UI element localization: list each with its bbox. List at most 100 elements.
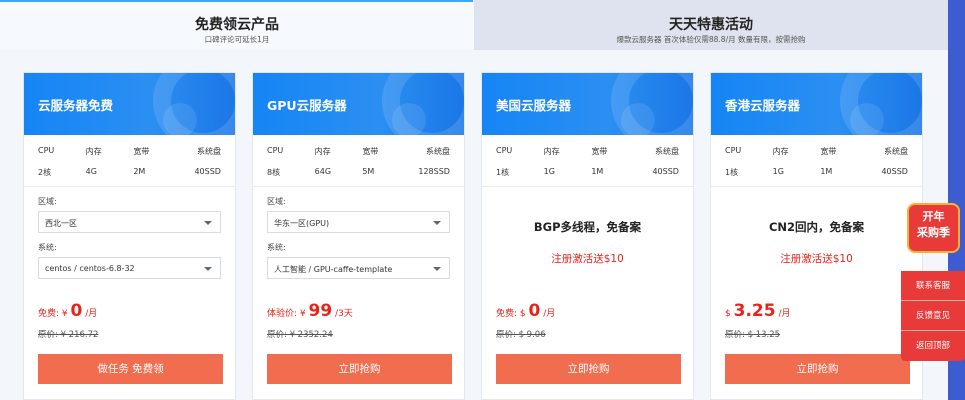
spring-sale-badge[interactable]: 开年 采购季 [907,203,960,253]
system-label: 系统: [267,243,286,252]
spec-header-disk: 系统盘 [196,147,221,156]
card-header: 美国云服务器 [482,73,693,135]
price-unit: /月 [543,309,556,319]
card-title: 云服务器免费 [38,98,114,113]
spec-cpu: 1核 [496,168,510,177]
price-prefix: 免费: ¥ [38,309,68,319]
spec-header-bandwidth: 宽带 [362,147,379,156]
price: 免费: $ 0 /月 [496,301,555,321]
system-select-value: 人工智能 / GPU-caffe-template [274,265,393,274]
spec-header-bandwidth: 宽带 [820,147,837,156]
price-prefix: $ [725,309,731,319]
contact-support-link[interactable]: 联系客服 [901,271,965,301]
card-header: 云服务器免费 [24,73,235,135]
tab-bar: 免费领云产品 口碑评论可延长1月 天天特惠活动 爆款云服务器 首次体验仅需88.… [0,0,948,50]
back-to-top-link[interactable]: 返回顶部 [901,331,965,361]
price-prefix: 体验价: ¥ [267,309,306,319]
original-price: 原价: ¥ 216.72 [38,330,99,340]
price-unit: /月 [85,309,98,319]
badge-line-2: 采购季 [917,226,950,239]
spec-bandwidth: 1M [591,167,604,176]
price-amount: 3.25 [733,301,776,321]
tab-title: 免费领云产品 [195,17,279,33]
price-amount: 0 [528,301,541,321]
spec-header-disk: 系统盘 [425,147,450,156]
spec-headers: CPU 内存 宽带 系统盘 [24,146,235,157]
spec-memory: 4G [85,167,97,176]
page: 免费领云产品 口碑评论可延长1月 天天特惠活动 爆款云服务器 首次体验仅需88.… [0,0,965,400]
region-label: 区域: [267,197,286,206]
chevron-down-icon [433,221,441,225]
spec-disk: 40SSD [881,167,908,176]
spec-cpu: 2核 [38,168,52,177]
product-card-free-cloud-server: 云服务器免费 CPU 内存 宽带 系统盘 2核 4G 2M 40SSD 区域: … [23,72,236,400]
tab-title: 天天特惠活动 [669,17,753,33]
chevron-down-icon [204,221,212,225]
spec-memory: 1G [543,167,555,176]
divider [253,186,464,187]
spec-bandwidth: 5M [362,167,375,176]
price-amount: 0 [70,301,83,321]
promo-text: 注册激活送$10 [780,253,853,265]
buy-now-button[interactable]: 立即抢购 [725,354,910,384]
spec-memory: 1G [772,167,784,176]
feedback-link[interactable]: 反馈意见 [901,301,965,331]
spec-headers: CPU 内存 宽带 系统盘 [253,146,464,157]
product-card-us-server: 美国云服务器 CPU 内存 宽带 系统盘 1核 1G 1M 40SSD BGP多… [481,72,694,400]
region-select[interactable]: 华东一区(GPU) [267,211,450,233]
tab-daily-deals[interactable]: 天天特惠活动 爆款云服务器 首次体验仅需88.8/月 数量有限，按需抢购 [474,0,948,50]
spec-header-memory: 内存 [85,147,102,156]
card-header: GPU云服务器 [253,73,464,135]
buy-now-button[interactable]: 立即抢购 [496,354,681,384]
system-select[interactable]: 人工智能 / GPU-caffe-template [267,257,450,279]
promo-text: 注册激活送$10 [551,253,624,265]
card-header: 香港云服务器 [711,73,922,135]
system-select-value: centos / centos-6.8-32 [45,264,135,273]
price-unit: /月 [778,309,791,319]
spec-bandwidth: 2M [133,167,146,176]
spec-header-memory: 内存 [543,147,560,156]
spec-disk: 40SSD [194,167,221,176]
region-select[interactable]: 西北一区 [38,211,221,233]
feature-text: CN2回内，免备案 [768,220,865,234]
price-prefix: 免费: $ [496,309,526,319]
header-decoration [621,103,655,135]
buy-now-button[interactable]: 立即抢购 [267,354,452,384]
spec-header-cpu: CPU [496,146,513,155]
product-card-hk-server: 香港云服务器 CPU 内存 宽带 系统盘 1核 1G 1M 40SSD CN2回… [710,72,923,400]
spec-header-bandwidth: 宽带 [133,147,150,156]
floating-side-panel: 开年 采购季 联系客服 反馈意见 返回顶部 [901,203,965,361]
feature-text: BGP多线程，免备案 [533,220,642,234]
active-tab-indicator [0,0,473,2]
region-select-value: 西北一区 [45,219,77,228]
spec-header-cpu: CPU [725,146,742,155]
spec-header-cpu: CPU [38,146,55,155]
spec-disk: 40SSD [652,167,679,176]
spec-header-cpu: CPU [267,146,284,155]
tab-free-products[interactable]: 免费领云产品 口碑评论可延长1月 [0,0,474,50]
chevron-down-icon [204,267,212,271]
card-title: GPU云服务器 [267,98,347,113]
claim-free-button[interactable]: 做任务 免费领 [38,354,223,384]
divider [24,186,235,187]
divider [482,186,693,187]
tab-subtitle: 口碑评论可延长1月 [204,35,270,44]
card-title: 香港云服务器 [725,98,801,113]
spec-headers: CPU 内存 宽带 系统盘 [711,146,922,157]
header-decoration [392,103,426,135]
spec-values: 8核 64G 5M 128SSD [253,167,464,178]
header-decoration [850,103,884,135]
spec-header-memory: 内存 [772,147,789,156]
system-select[interactable]: centos / centos-6.8-32 [38,257,221,279]
spec-values: 2核 4G 2M 40SSD [24,167,235,178]
original-price: 原价: ¥ 2352.24 [267,330,333,340]
price: 免费: ¥ 0 /月 [38,301,97,321]
spec-header-disk: 系统盘 [883,147,908,156]
price: $ 3.25 /月 [725,301,790,321]
price-amount: 99 [308,301,333,321]
spec-header-bandwidth: 宽带 [591,147,608,156]
divider [711,186,922,187]
spec-header-disk: 系统盘 [654,147,679,156]
spec-disk: 128SSD [418,167,450,176]
chevron-down-icon [433,267,441,271]
